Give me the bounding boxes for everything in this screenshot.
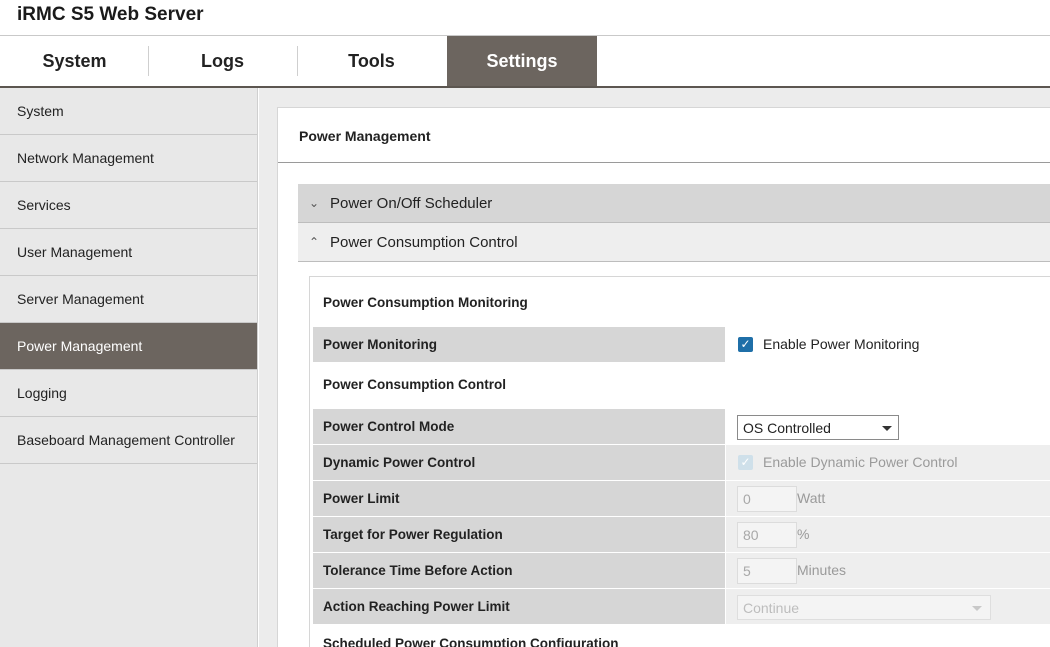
target-regulation-input[interactable]: 80 [737,522,797,548]
field-value: 80 % [726,517,1050,552]
unit-label: % [797,526,810,542]
field-label: Tolerance Time Before Action [313,553,725,588]
section-heading-scheduled: Scheduled Power Consumption Configuratio… [323,636,619,647]
power-control-mode-select[interactable]: OS Controlled [737,415,899,440]
unit-label: Watt [797,490,826,506]
tab-logs[interactable]: Logs [148,36,297,86]
chevron-down-icon: ⌄ [308,196,320,210]
row-power-monitoring: Power Monitoring ✓ Enable Power Monitori… [313,327,1050,362]
tab-system[interactable]: System [0,36,149,86]
field-label: Target for Power Regulation [313,517,725,552]
tab-tools[interactable]: Tools [297,36,446,86]
row-power-control-mode: Power Control Mode OS Controlled [313,409,1050,444]
row-power-limit: Power Limit 0 Watt [313,481,1050,516]
field-label: Power Limit [313,481,725,516]
accordion-label: Power On/Off Scheduler [330,194,493,212]
tab-settings[interactable]: Settings [447,36,597,86]
field-value: 0 Watt [726,481,1050,516]
checkbox-label[interactable]: Enable Power Monitoring [763,336,919,352]
tolerance-time-input[interactable]: 5 [737,558,797,584]
field-label: Action Reaching Power Limit [313,589,725,624]
sidebar-item-logging[interactable]: Logging [0,370,257,417]
enable-dynamic-power-control-checkbox[interactable]: ✓ [738,455,753,470]
sidebar-item-server-management[interactable]: Server Management [0,276,257,323]
dropdown-caret-icon [972,606,982,611]
sidebar-item-baseboard-management-controller[interactable]: Baseboard Management Controller [0,417,257,464]
row-dynamic-power-control: Dynamic Power Control ✓ Enable Dynamic P… [313,445,1050,480]
sidebar-item-system[interactable]: System [0,88,257,135]
main-tabs: System Logs Tools Settings [0,36,1050,86]
sidebar-item-network-management[interactable]: Network Management [0,135,257,182]
enable-power-monitoring-checkbox[interactable]: ✓ [738,337,753,352]
panel-divider [278,162,1050,163]
unit-label: Minutes [797,562,847,578]
accordion-power-scheduler[interactable]: ⌄ Power On/Off Scheduler [298,184,1050,223]
row-target-power-regulation: Target for Power Regulation 80 % [313,517,1050,552]
section-heading-control: Power Consumption Control [323,377,506,392]
power-limit-input[interactable]: 0 [737,486,797,512]
select-value: Continue [743,599,800,616]
sidebar-item-power-management[interactable]: Power Management [0,323,257,370]
sidebar-item-user-management[interactable]: User Management [0,229,257,276]
select-value: OS Controlled [743,419,831,436]
accordion-label: Power Consumption Control [330,233,518,251]
row-tolerance-time: Tolerance Time Before Action 5 Minutes [313,553,1050,588]
app-title: iRMC S5 Web Server [17,4,204,25]
field-value: 5 Minutes [726,553,1050,588]
section-heading-monitoring: Power Consumption Monitoring [323,295,528,310]
sidebar-item-services[interactable]: Services [0,182,257,229]
sidebar: System Network Management Services User … [0,88,258,647]
field-value: ✓ Enable Power Monitoring [726,327,1050,362]
row-action-power-limit: Action Reaching Power Limit Continue [313,589,1050,624]
chevron-up-icon: ⌃ [308,235,320,249]
field-label: Power Monitoring [313,327,725,362]
power-consumption-form: Power Consumption Monitoring Power Monit… [309,276,1050,647]
field-label: Power Control Mode [313,409,725,444]
field-value: ✓ Enable Dynamic Power Control [726,445,1050,480]
dropdown-caret-icon [882,426,892,431]
checkbox-label[interactable]: Enable Dynamic Power Control [763,454,958,470]
power-management-panel: Power Management ⌄ Power On/Off Schedule… [277,107,1050,647]
field-label: Dynamic Power Control [313,445,725,480]
accordion-power-consumption-control[interactable]: ⌃ Power Consumption Control [298,223,1050,262]
field-value: Continue [726,589,1050,624]
field-value: OS Controlled [726,409,1050,444]
action-power-limit-select[interactable]: Continue [737,595,991,620]
page-title: Power Management [299,128,431,144]
